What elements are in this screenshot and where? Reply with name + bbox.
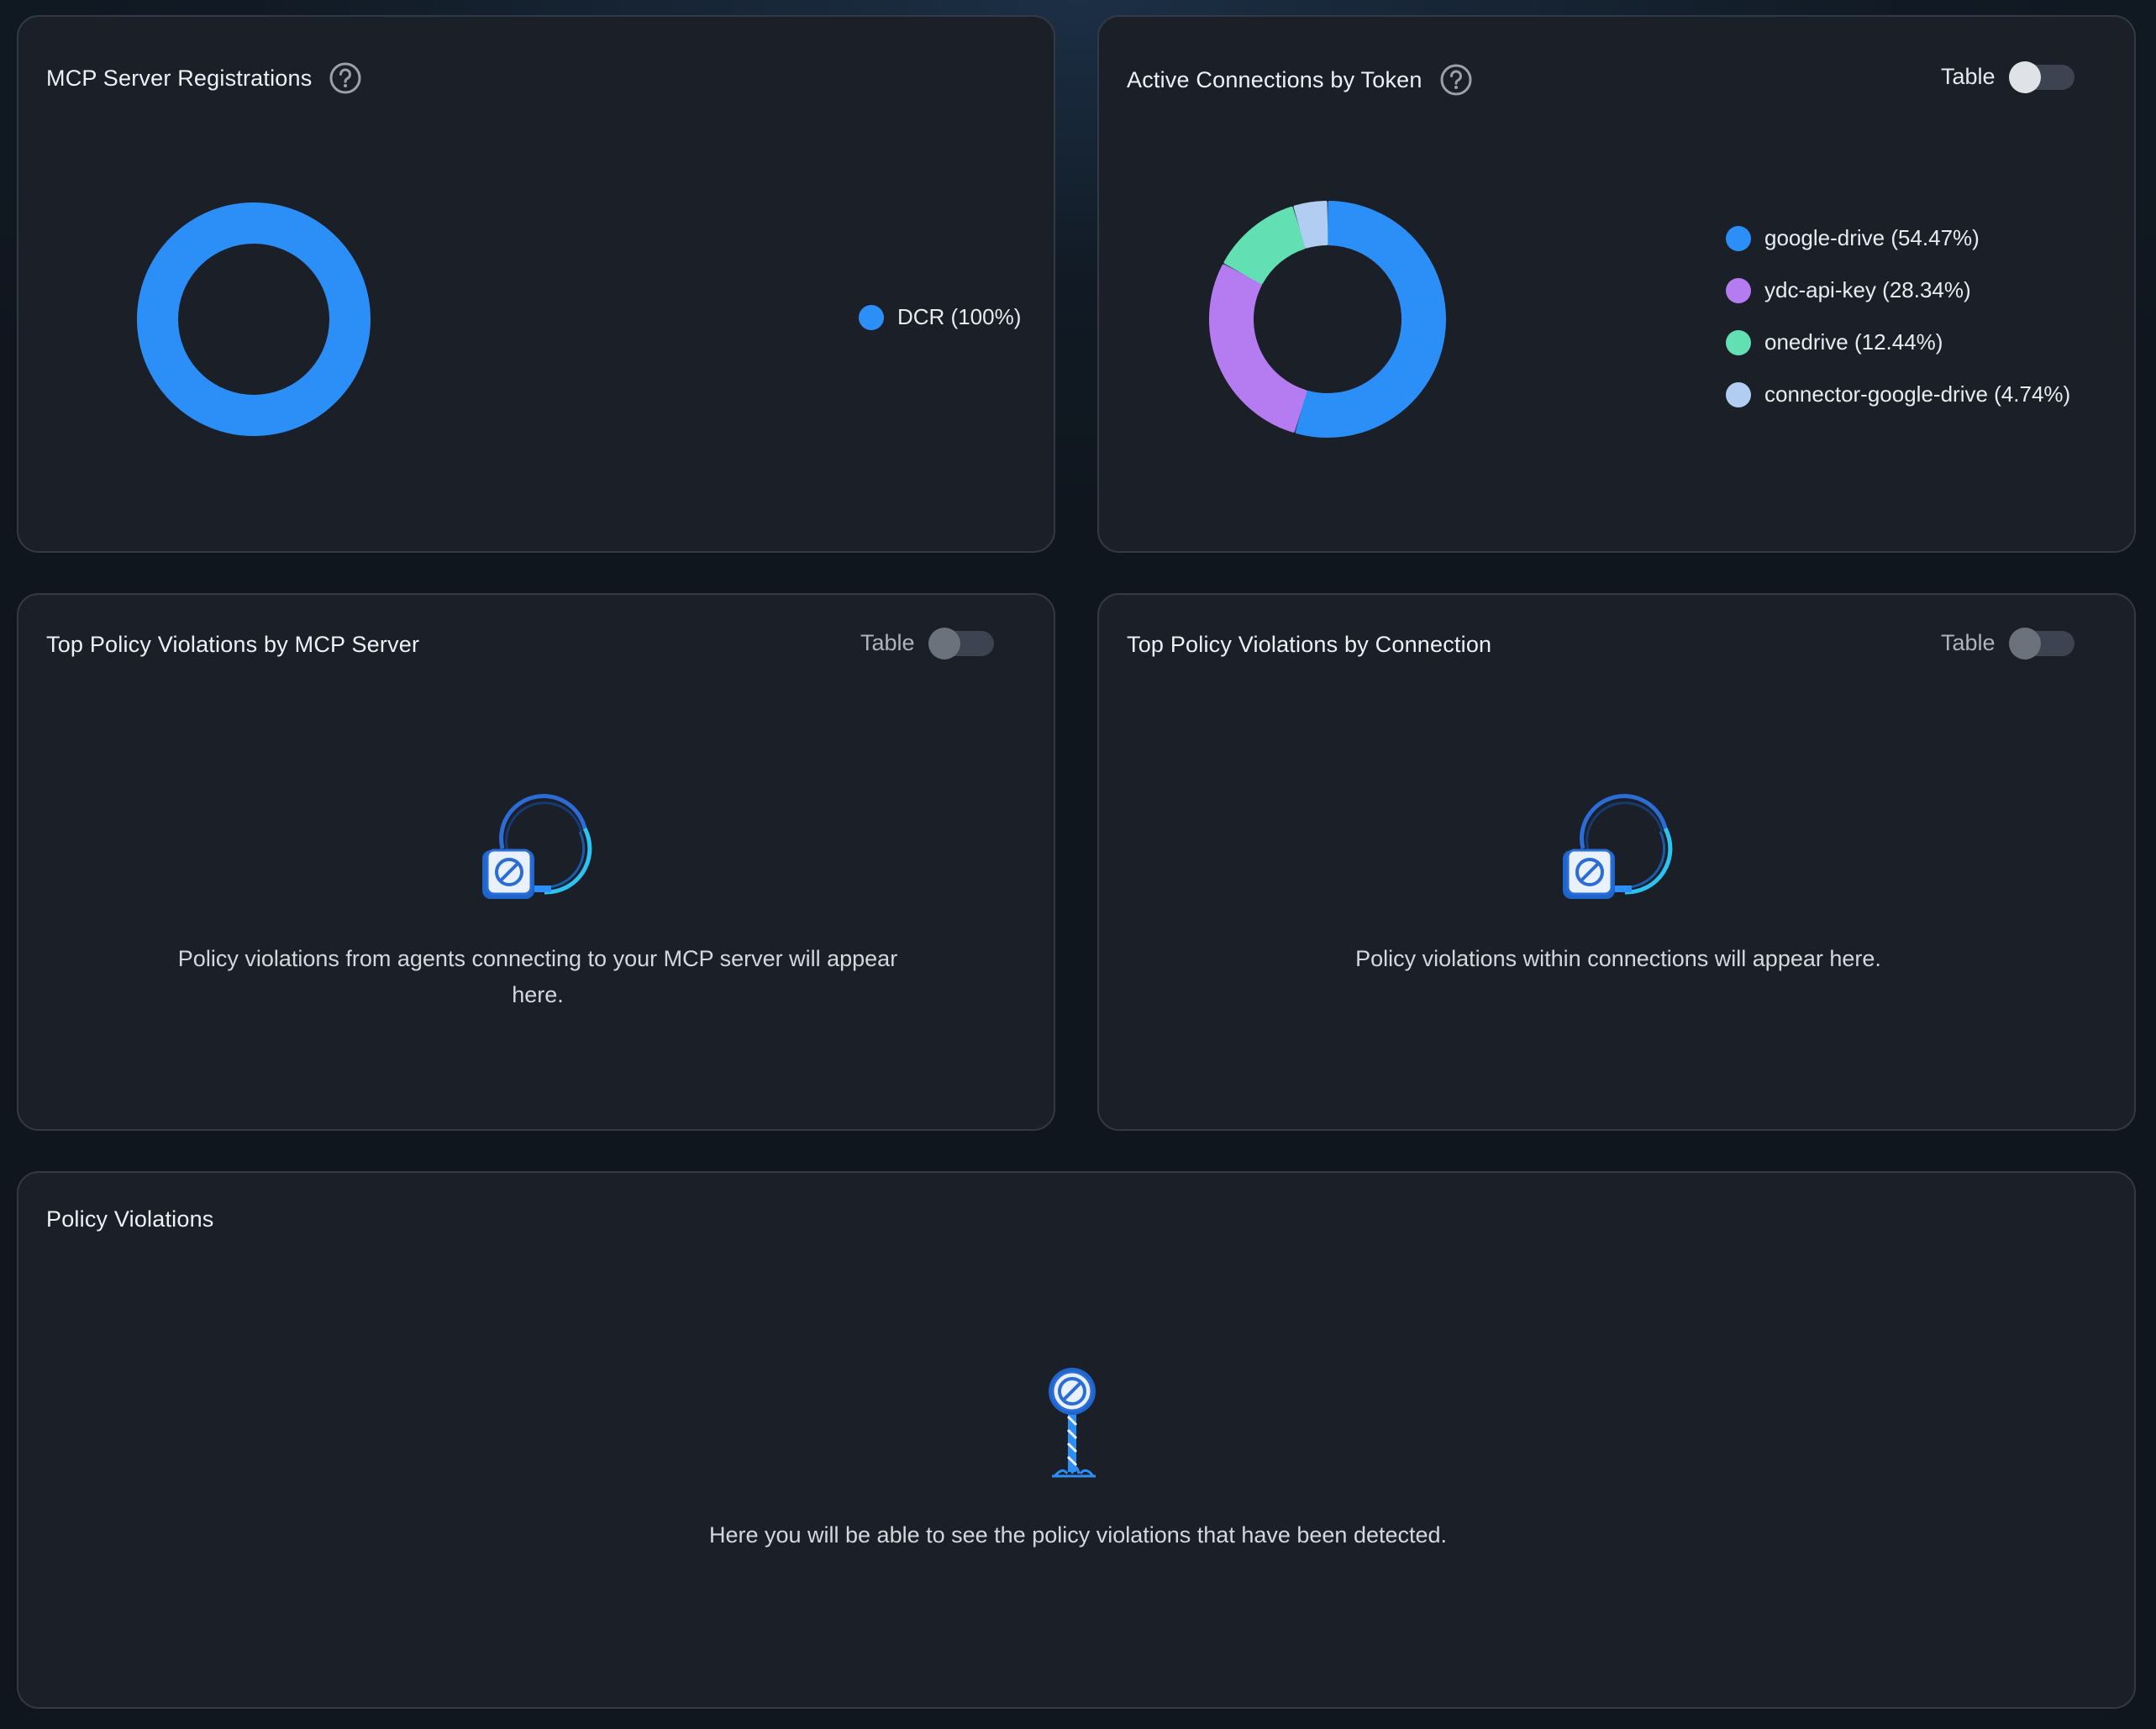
table-toggle[interactable]: Table (1941, 60, 2074, 93)
empty-state-line: Policy violations from agents connecting… (177, 946, 898, 971)
table-toggle[interactable]: Table (860, 627, 994, 660)
legend-item-ydc-api-key[interactable]: ydc-api-key (28.34%) (1726, 277, 1971, 303)
donut-slice-dcr[interactable] (137, 202, 371, 436)
toggle-label: Table (1941, 630, 1996, 655)
toggle-knob (928, 627, 960, 660)
legend-label: ydc-api-key (28.34%) (1764, 277, 1971, 302)
empty-state-line: Here you will be able to see the policy … (708, 1522, 1448, 1548)
toggle-knob (2008, 627, 2041, 660)
toggle-switch[interactable] (928, 627, 994, 660)
toggle-switch[interactable] (2008, 60, 2074, 93)
help-icon[interactable] (1439, 63, 1473, 97)
no-entry-sign-icon (1049, 1368, 1096, 1478)
card-title: Top Policy Violations by MCP Server (46, 632, 419, 658)
legend-label: google-drive (54.47%) (1764, 225, 1980, 250)
legend-swatch (1726, 329, 1751, 355)
card-title-text: Policy Violations (46, 1206, 214, 1232)
empty-state-message: Policy violations from agents connecting… (18, 941, 1057, 1013)
legend-item-onedrive[interactable]: onedrive (12.44%) (1726, 329, 1943, 355)
card-title-text: Active Connections by Token (1127, 66, 1422, 92)
toggle-label: Table (1941, 64, 1996, 89)
toggle-knob (2008, 60, 2041, 93)
legend-swatch (1726, 381, 1751, 407)
donut-slice-ydc-api-key[interactable] (1209, 264, 1307, 433)
card-violations-by-server: Top Policy Violations by MCP Server Tabl… (17, 593, 1055, 1131)
empty-state-line: here. (512, 982, 564, 1007)
legend-label: connector-google-drive (4.74%) (1764, 381, 2071, 407)
card-policy-violations: Policy Violations Here you will be able … (17, 1171, 2136, 1709)
legend-item-google-drive[interactable]: google-drive (54.47%) (1726, 225, 1980, 251)
legend-swatch (1726, 277, 1751, 303)
empty-state-message: Policy violations within connections wil… (1099, 941, 2138, 977)
card-title: Top Policy Violations by Connection (1127, 632, 1491, 658)
table-toggle[interactable]: Table (1941, 627, 2074, 660)
legend-swatch (859, 304, 884, 330)
legend-item-dcr[interactable]: DCR (100%) (859, 304, 1021, 330)
legend-item-connector-google-drive[interactable]: connector-google-drive (4.74%) (1726, 381, 2070, 407)
card-mcp-server-registrations: MCP Server Registrations DCR (100%) (17, 15, 1055, 553)
card-title: Policy Violations (46, 1206, 214, 1232)
card-title-text: MCP Server Registrations (46, 65, 313, 91)
legend-label: DCR (100%) (897, 304, 1022, 329)
card-title: MCP Server Registrations (46, 61, 362, 95)
card-title-text: Top Policy Violations by MCP Server (46, 632, 420, 657)
toggle-label: Table (860, 630, 915, 655)
card-title: Active Connections by Token (1127, 63, 1473, 97)
unplugged-cable-icon (482, 794, 592, 899)
legend-label: onedrive (12.44%) (1764, 329, 1943, 355)
card-active-connections: Active Connections by Token Table google… (1097, 15, 2136, 553)
empty-state-line: Policy violations within connections wil… (1355, 946, 1881, 971)
empty-state-message: Here you will be able to see the policy … (18, 1517, 2138, 1553)
legend-swatch (1726, 225, 1751, 251)
card-title-text: Top Policy Violations by Connection (1127, 632, 1492, 657)
toggle-switch[interactable] (2008, 627, 2074, 660)
help-icon[interactable] (329, 61, 362, 95)
unplugged-cable-icon (1563, 794, 1673, 899)
donut-chart-registrations (137, 202, 371, 436)
card-violations-by-connection: Top Policy Violations by Connection Tabl… (1097, 593, 2136, 1131)
donut-chart-connections (1209, 201, 1447, 438)
